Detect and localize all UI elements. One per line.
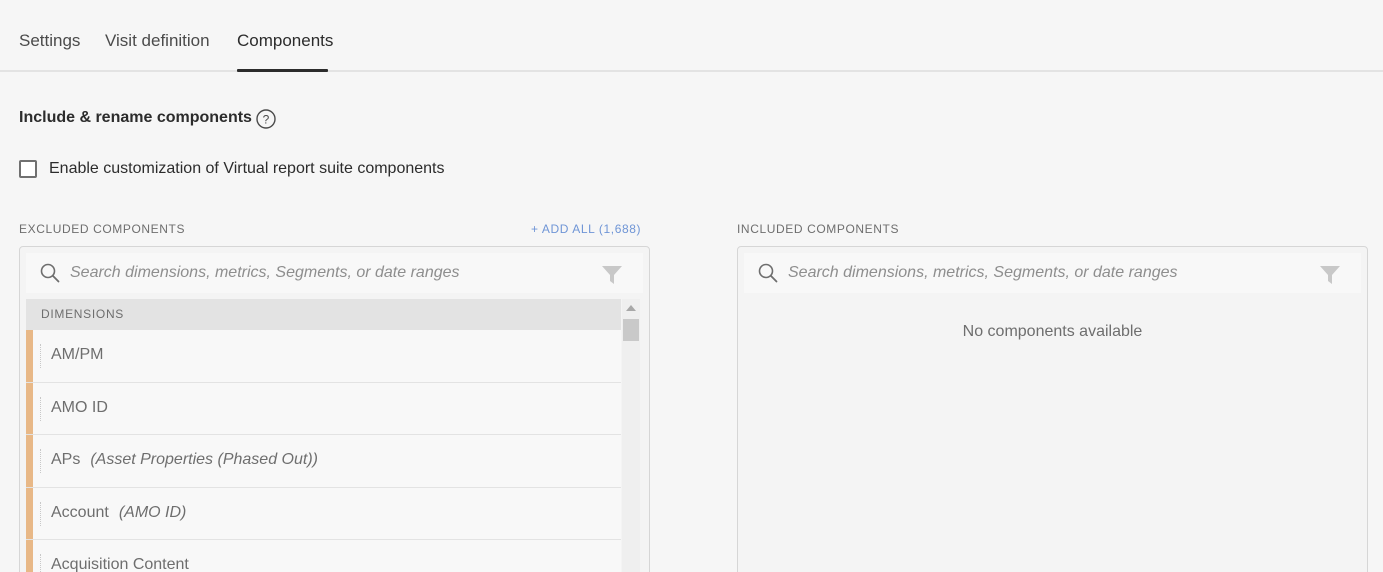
tab-settings[interactable]: Settings [19, 31, 80, 51]
component-name: AM/PM [51, 346, 104, 363]
enable-customization-checkbox[interactable] [19, 160, 37, 178]
drag-handle[interactable] [40, 449, 41, 473]
help-circle-icon[interactable]: ? [256, 109, 276, 129]
enable-customization-label: Enable customization of Virtual report s… [49, 160, 445, 177]
included-components-label: INCLUDED COMPONENTS [737, 222, 900, 236]
drag-handle[interactable] [40, 554, 41, 572]
component-name: Account [51, 503, 109, 521]
dimensions-group-header: DIMENSIONS [26, 299, 621, 330]
list-item[interactable]: Account (AMO ID) [26, 487, 621, 540]
excluded-components-label: EXCLUDED COMPONENTS [19, 222, 186, 236]
dimension-color-marker [26, 487, 33, 539]
component-name: Acquisition Content [51, 556, 189, 572]
tab-visit-definition[interactable]: Visit definition [105, 31, 210, 51]
list-item[interactable]: APs (Asset Properties (Phased Out)) [26, 435, 621, 488]
search-icon [40, 263, 60, 283]
drag-handle[interactable] [40, 501, 41, 526]
scrollbar-thumb[interactable] [623, 319, 639, 341]
list-item[interactable]: AM/PM [26, 330, 621, 383]
excluded-search-box [26, 253, 643, 293]
excluded-components-panel: DIMENSIONS AM/PM AMO ID APs (Asset Proper… [19, 246, 650, 572]
search-icon [758, 263, 778, 283]
excluded-search-input[interactable] [70, 260, 590, 286]
drag-handle[interactable] [40, 344, 41, 368]
included-components-panel: No components available [737, 246, 1368, 572]
component-alias: (AMO ID) [118, 503, 187, 521]
list-item[interactable]: AMO ID [26, 382, 621, 435]
dimension-color-marker [26, 540, 33, 572]
excluded-components-list: AM/PM AMO ID APs (Asset Properties (Phase… [26, 330, 621, 572]
filter-icon[interactable] [1319, 265, 1341, 285]
dimension-color-marker [26, 435, 33, 487]
list-item[interactable]: Acquisition Content [26, 540, 621, 572]
component-name: AMO ID [51, 398, 108, 416]
scroll-up-arrow-icon[interactable] [626, 305, 636, 311]
component-alias: (Asset Properties (Phased Out)) [90, 451, 318, 468]
tab-components[interactable]: Components [237, 31, 333, 51]
scrollbar[interactable] [622, 299, 640, 572]
active-tab-indicator [237, 69, 328, 72]
add-all-link[interactable]: + ADD ALL (1,688) [531, 222, 641, 236]
empty-state-message: No components available [962, 323, 1143, 340]
filter-icon[interactable] [601, 265, 623, 285]
drag-handle[interactable] [40, 396, 41, 421]
dimension-color-marker [26, 382, 33, 434]
tab-bar: Settings Visit definition Components [0, 0, 1383, 72]
svg-text:?: ? [263, 113, 270, 127]
dimension-color-marker [26, 330, 33, 382]
included-search-box [744, 253, 1361, 293]
included-search-input[interactable] [788, 260, 1308, 286]
section-title: Include & rename components [19, 109, 252, 126]
component-name: APs [51, 451, 81, 468]
